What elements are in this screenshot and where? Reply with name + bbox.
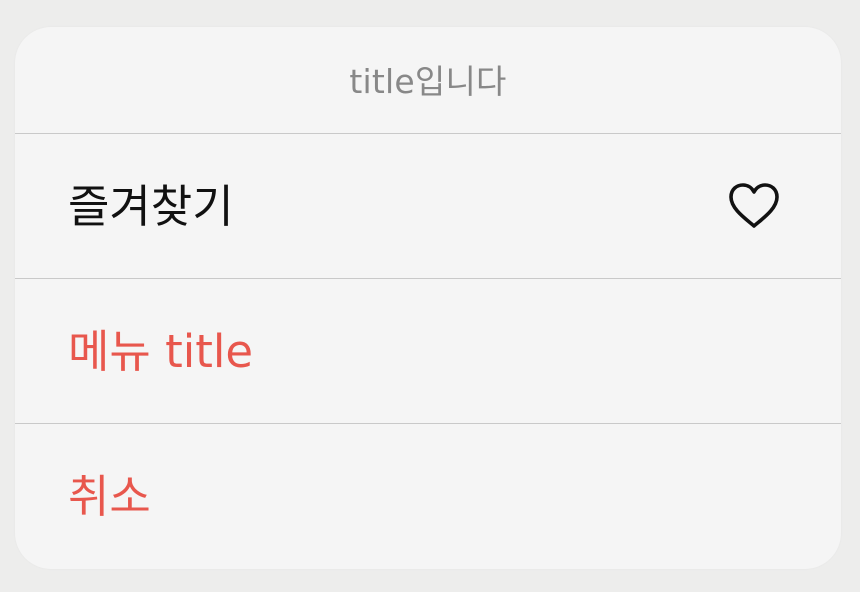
heart-outline-icon [725,180,783,232]
cancel-label: 취소 [68,470,151,523]
action-sheet: title입니다 즐겨찾기 메뉴 title 취소 [15,27,841,569]
action-sheet-header: title입니다 [15,27,841,134]
menu-item-label: 메뉴 title [68,324,254,378]
action-sheet-title: title입니다 [349,62,507,101]
menu-item-favorites[interactable]: 즐겨찾기 [15,134,841,279]
menu-item-menu-title[interactable]: 메뉴 title [15,279,841,424]
menu-item-label: 즐겨찾기 [68,179,234,233]
menu-item-cancel[interactable]: 취소 [15,424,841,569]
